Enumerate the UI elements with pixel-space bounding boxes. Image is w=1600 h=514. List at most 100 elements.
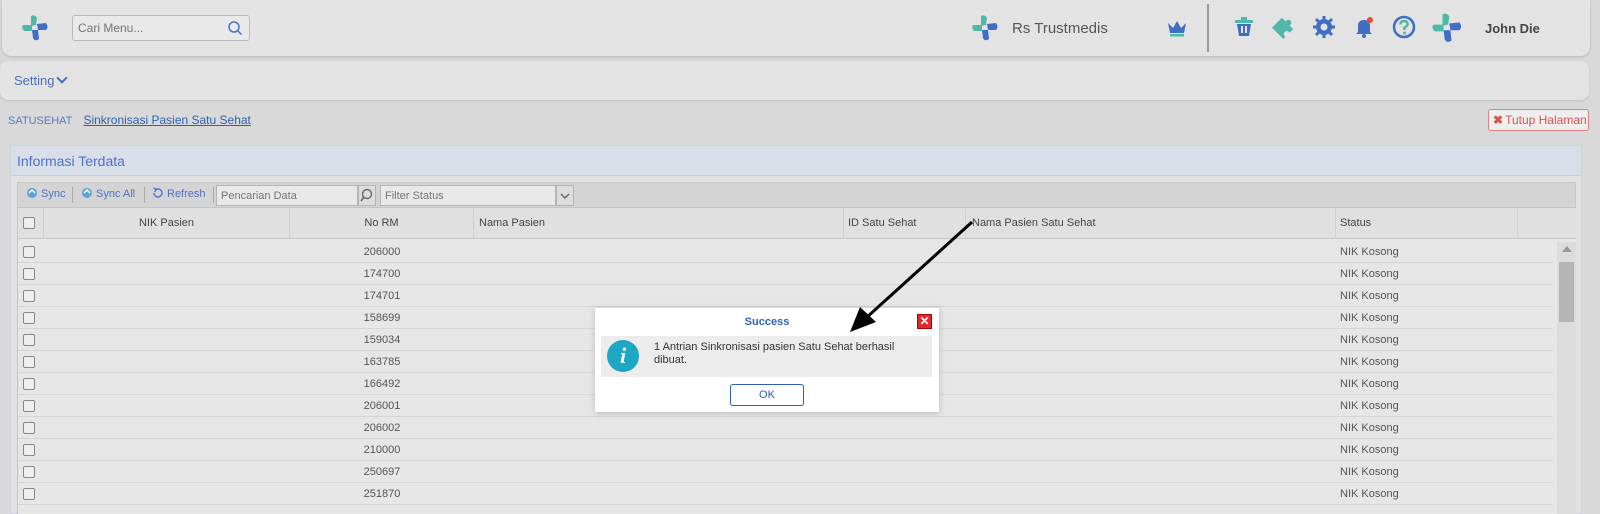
refresh-label: Refresh <box>167 188 206 200</box>
cell-no-rm: 166492 <box>363 378 401 390</box>
select-all-checkbox[interactable] <box>23 217 35 229</box>
status-filter-dropdown[interactable] <box>556 185 574 206</box>
menu-search-box[interactable] <box>72 15 250 41</box>
cell-nik <box>44 263 290 285</box>
topbar-divider <box>1207 4 1209 52</box>
cell-nama-pasien <box>474 241 844 263</box>
help-icon[interactable] <box>1392 15 1416 39</box>
cell-nama-satu-sehat <box>966 307 1336 329</box>
cell-nama-pasien <box>474 483 844 505</box>
table-row[interactable]: 206002 NIK Kosong <box>18 417 1553 439</box>
row-checkbox[interactable] <box>23 246 35 258</box>
search-icon[interactable] <box>227 20 243 36</box>
user-name[interactable]: John Die <box>1485 21 1540 36</box>
table-row[interactable]: 206000 NIK Kosong <box>18 241 1553 263</box>
row-checkbox[interactable] <box>23 268 35 280</box>
column-nama-pasien[interactable]: Nama Pasien <box>474 208 844 239</box>
cell-no-rm: 174701 <box>363 290 401 302</box>
row-checkbox[interactable] <box>23 334 35 346</box>
crown-icon[interactable] <box>1165 15 1189 39</box>
cell-id-satu-sehat <box>844 285 966 307</box>
plus-logo-icon[interactable] <box>20 13 50 43</box>
cell-nama-satu-sehat <box>966 351 1336 373</box>
cell-id-satu-sehat <box>844 417 966 439</box>
breadcrumb: SATUSEHAT Sinkronisasi Pasien Satu Sehat <box>8 113 251 127</box>
setting-menu[interactable]: Setting <box>14 72 69 88</box>
cell-nama-satu-sehat <box>966 483 1336 505</box>
row-checkbox[interactable] <box>23 378 35 390</box>
table-row[interactable]: 174700 NIK Kosong <box>18 263 1553 285</box>
column-nama-satu-sehat[interactable]: Nama Pasien Satu Sehat <box>966 208 1336 239</box>
table-row[interactable]: 251870 NIK Kosong <box>18 483 1553 505</box>
data-search-input[interactable] <box>216 185 358 206</box>
cell-id-satu-sehat <box>844 483 966 505</box>
data-search-button[interactable] <box>358 185 376 206</box>
cell-status: NIK Kosong <box>1340 290 1399 302</box>
scroll-up-arrow-icon[interactable] <box>1562 246 1572 252</box>
cell-no-rm: 158699 <box>363 312 401 324</box>
cell-nik <box>44 307 290 329</box>
row-checkbox[interactable] <box>23 444 35 456</box>
cell-nik <box>44 329 290 351</box>
sync-all-icon <box>82 188 92 198</box>
basket-icon[interactable] <box>1232 15 1256 39</box>
cell-no-rm: 163785 <box>363 356 401 368</box>
column-status[interactable]: Status <box>1336 208 1518 239</box>
cell-nama-satu-sehat <box>966 461 1336 483</box>
close-page-label: Tutup Halaman <box>1505 113 1587 127</box>
cell-no-rm: 251870 <box>363 488 401 500</box>
row-checkbox[interactable] <box>23 400 35 412</box>
refresh-icon <box>153 187 163 198</box>
user-avatar-icon[interactable] <box>1430 11 1464 45</box>
sync-all-button[interactable]: Sync All <box>81 187 135 200</box>
cell-nama-pasien <box>474 439 844 461</box>
dialog-close-button[interactable]: ✕ <box>917 314 932 329</box>
gear-icon[interactable] <box>1312 15 1336 39</box>
puzzle-icon[interactable] <box>1272 15 1296 39</box>
sync-button[interactable]: Sync <box>26 187 65 200</box>
row-checkbox[interactable] <box>23 466 35 478</box>
grid-header: NIK Pasien No RM Nama Pasien ID Satu Seh… <box>18 208 1576 239</box>
row-checkbox[interactable] <box>23 312 35 324</box>
cell-no-rm: 174700 <box>363 268 401 280</box>
dialog-title: Success <box>744 316 790 328</box>
cell-nama-satu-sehat <box>966 417 1336 439</box>
cell-status: NIK Kosong <box>1340 488 1399 500</box>
scroll-thumb[interactable] <box>1559 262 1574 322</box>
column-id-satu-sehat[interactable]: ID Satu Sehat <box>844 208 966 239</box>
setting-menu-label: Setting <box>14 73 55 88</box>
cell-nik <box>44 483 290 505</box>
cell-no-rm: 210000 <box>363 444 401 456</box>
close-page-button[interactable]: ✖ Tutup Halaman <box>1488 109 1589 131</box>
table-row[interactable]: 174701 NIK Kosong <box>18 285 1553 307</box>
ok-button[interactable]: OK <box>730 384 804 406</box>
cell-status: NIK Kosong <box>1340 378 1399 390</box>
bell-icon[interactable] <box>1352 15 1376 39</box>
column-nik[interactable]: NIK Pasien <box>44 208 290 239</box>
cell-status: NIK Kosong <box>1340 268 1399 280</box>
menu-search-input[interactable] <box>73 16 218 40</box>
row-checkbox[interactable] <box>23 422 35 434</box>
row-checkbox[interactable] <box>23 488 35 500</box>
status-filter-select[interactable] <box>380 185 556 206</box>
cell-id-satu-sehat <box>844 241 966 263</box>
column-no-rm[interactable]: No RM <box>290 208 474 239</box>
cell-nama-pasien <box>474 285 844 307</box>
chevron-down-icon <box>56 72 69 84</box>
row-checkbox[interactable] <box>23 356 35 368</box>
cell-nama-satu-sehat <box>966 285 1336 307</box>
cell-status: NIK Kosong <box>1340 422 1399 434</box>
table-row[interactable]: 210000 NIK Kosong <box>18 439 1553 461</box>
cell-status: NIK Kosong <box>1340 466 1399 478</box>
breadcrumb-current[interactable]: Sinkronisasi Pasien Satu Sehat <box>83 113 250 127</box>
refresh-button[interactable]: Refresh <box>152 187 206 200</box>
info-icon: i <box>607 340 639 372</box>
success-dialog: Success ✕ i 1 Antrian Sinkronisasi pasie… <box>595 308 939 412</box>
cell-nik <box>44 439 290 461</box>
sync-icon <box>27 188 37 198</box>
row-checkbox[interactable] <box>23 290 35 302</box>
grid-scrollbar[interactable] <box>1557 242 1576 514</box>
table-row[interactable]: 250697 NIK Kosong <box>18 461 1553 483</box>
breadcrumb-root[interactable]: SATUSEHAT <box>8 115 72 127</box>
cell-nama-satu-sehat <box>966 329 1336 351</box>
